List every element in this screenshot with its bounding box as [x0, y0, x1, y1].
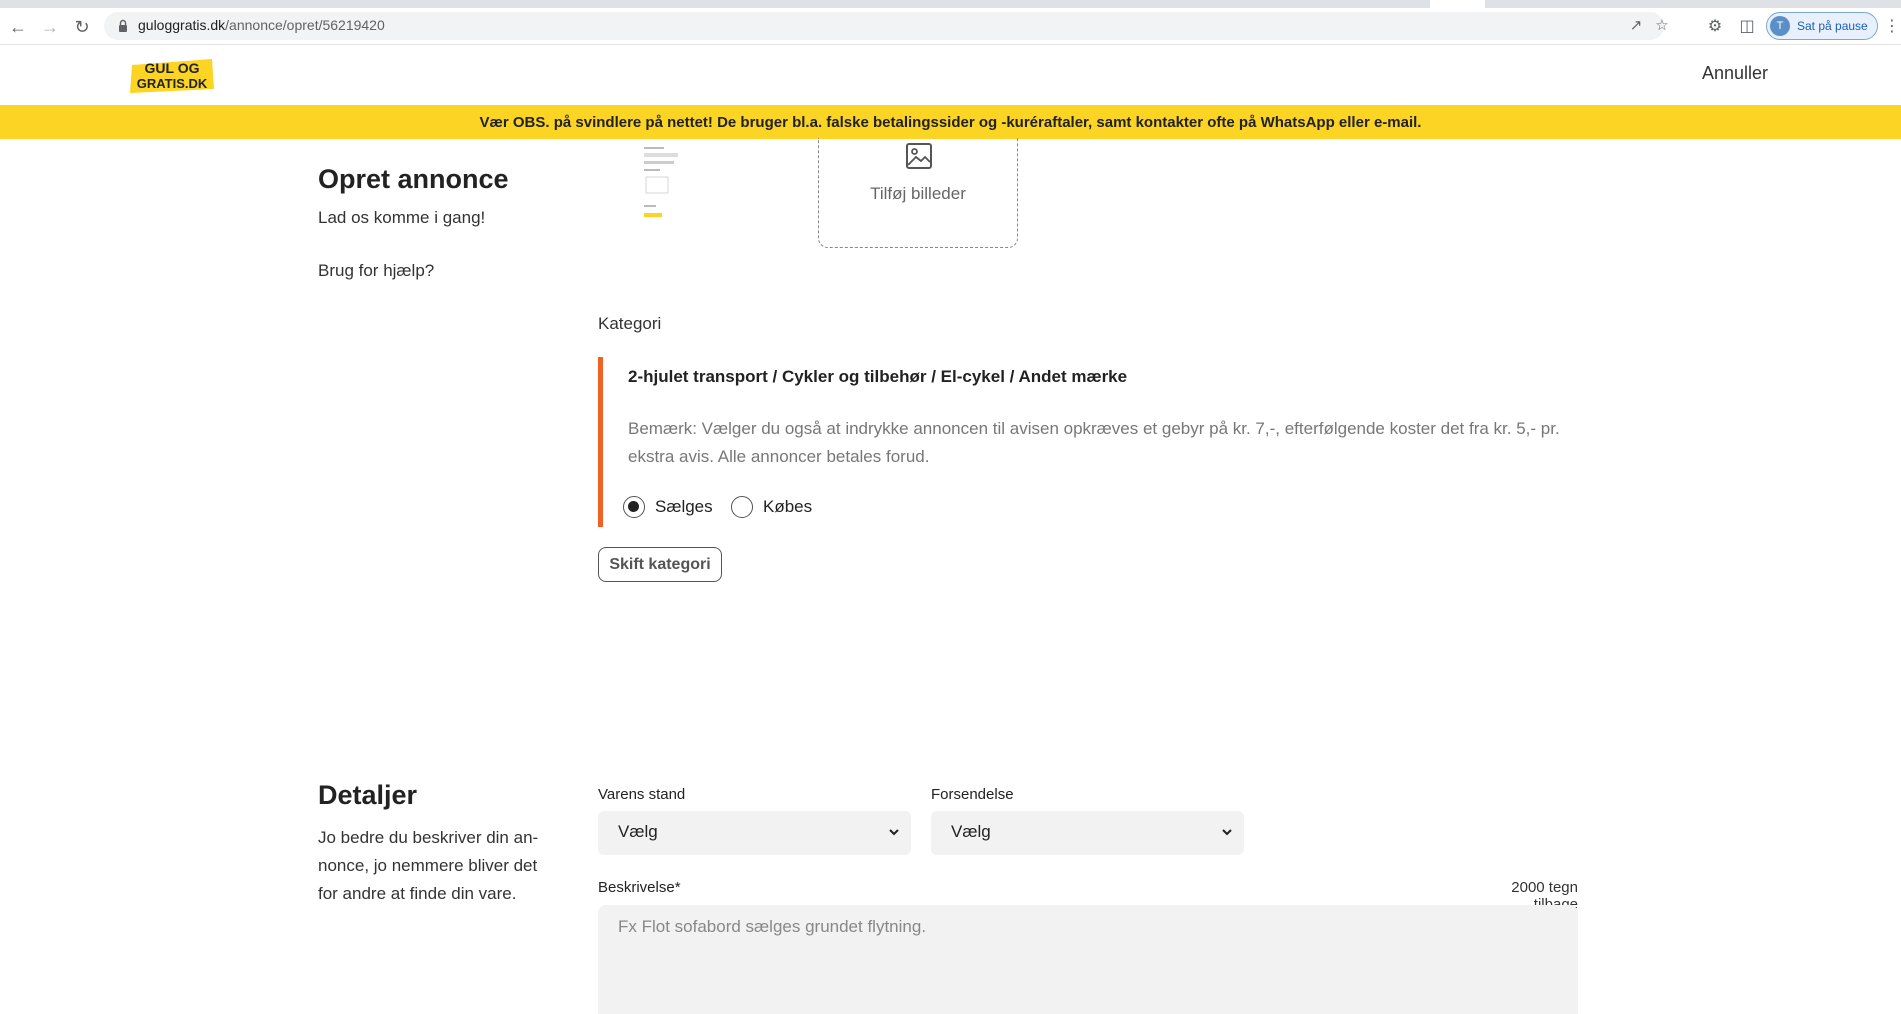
address-bar[interactable]: guloggratis.dk/annonce/opret/56219420 ↗ … [104, 12, 1669, 40]
url-path: /annonce/opret/56219420 [225, 17, 385, 33]
category-label: Kategori [598, 314, 662, 333]
share-icon[interactable]: ↗ [1627, 17, 1645, 35]
site-header: GUL OG GRATIS.DK Annuller [0, 45, 1901, 105]
description-placeholder: Fx Flot sofabord sælges grundet flytning… [618, 917, 927, 936]
extensions-icon[interactable]: ⚙ [1705, 17, 1725, 37]
change-category-button[interactable]: Skift kategori [598, 547, 722, 582]
forward-icon[interactable]: → [40, 17, 60, 37]
bookmark-star-icon[interactable]: ☆ [1653, 17, 1671, 35]
condition-label: Varens stand [598, 786, 686, 803]
uploaded-image-thumbnail[interactable] [640, 139, 790, 239]
condition-select[interactable]: Vælg [598, 811, 911, 855]
condition-value: Vælg [618, 822, 658, 841]
radio-saelges-circle[interactable] [623, 496, 645, 518]
page-title: Opret annonce [318, 164, 509, 194]
category-box: 2-hjulet transport / Cykler og tilbehør … [598, 357, 1583, 527]
lock-icon [119, 19, 127, 32]
radio-saelges-label: Sælges [655, 497, 713, 516]
category-note: Bemærk: Vælger du også at indrykke annon… [628, 419, 1560, 466]
site-logo[interactable]: GUL OG GRATIS.DK [128, 55, 216, 95]
chevron-down-icon [889, 829, 899, 836]
reload-icon[interactable]: ↻ [72, 17, 92, 37]
active-tab[interactable] [1430, 0, 1485, 8]
description-textarea[interactable]: Fx Flot sofabord sælges grundet flytning… [598, 905, 1578, 1014]
profile-status: Sat på pause [1797, 19, 1868, 33]
radio-koebes-circle[interactable] [731, 496, 753, 518]
image-icon [906, 143, 932, 169]
cancel-link[interactable]: Annuller [1702, 63, 1768, 84]
details-title: Detaljer [318, 780, 418, 810]
url-host: guloggratis.dk [138, 17, 226, 33]
browser-tabstrip [0, 0, 1901, 8]
avatar: T [1770, 16, 1790, 36]
shipping-value: Vælg [951, 822, 991, 841]
chevron-down-icon [1222, 829, 1232, 836]
side-panel-icon[interactable]: ◫ [1737, 17, 1757, 37]
category-path: 2-hjulet transport / Cykler og tilbehør … [628, 367, 1128, 386]
logo-line-1: GUL OG [145, 60, 200, 76]
radio-koebes[interactable]: Købes [731, 496, 812, 518]
thumbnail-image [642, 139, 682, 223]
shipping-select[interactable]: Vælg [931, 811, 1244, 855]
description-label: Beskrivelse* [598, 879, 681, 896]
scam-warning-banner: Vær OBS. på svindlere på nettet! De brug… [0, 105, 1901, 139]
add-images-label: Tilføj billeder [870, 184, 966, 203]
page-subtitle: Lad os komme i gang! [318, 208, 486, 227]
menu-kebab-icon[interactable]: ⋮ [1884, 17, 1900, 37]
radio-koebes-label: Købes [763, 497, 813, 516]
browser-toolbar: ← → ↻ guloggratis.dk/annonce/opret/56219… [0, 8, 1901, 45]
logo-line-2: GRATIS.DK [137, 76, 208, 91]
details-description: Jo bedre du beskriver din an-nonce, jo n… [318, 828, 539, 903]
warning-text: Vær OBS. på svindlere på nettet! De brug… [479, 113, 1422, 131]
back-icon[interactable]: ← [8, 17, 28, 37]
shipping-label: Forsendelse [931, 786, 1014, 803]
add-images-button[interactable]: Tilføj billeder [818, 138, 1018, 248]
help-link[interactable]: Brug for hjælp? [318, 261, 434, 281]
profile-button[interactable]: T Sat på pause [1766, 12, 1878, 40]
radio-saelges[interactable]: Sælges [623, 496, 713, 518]
url-text: guloggratis.dk/annonce/opret/56219420 [138, 17, 385, 33]
